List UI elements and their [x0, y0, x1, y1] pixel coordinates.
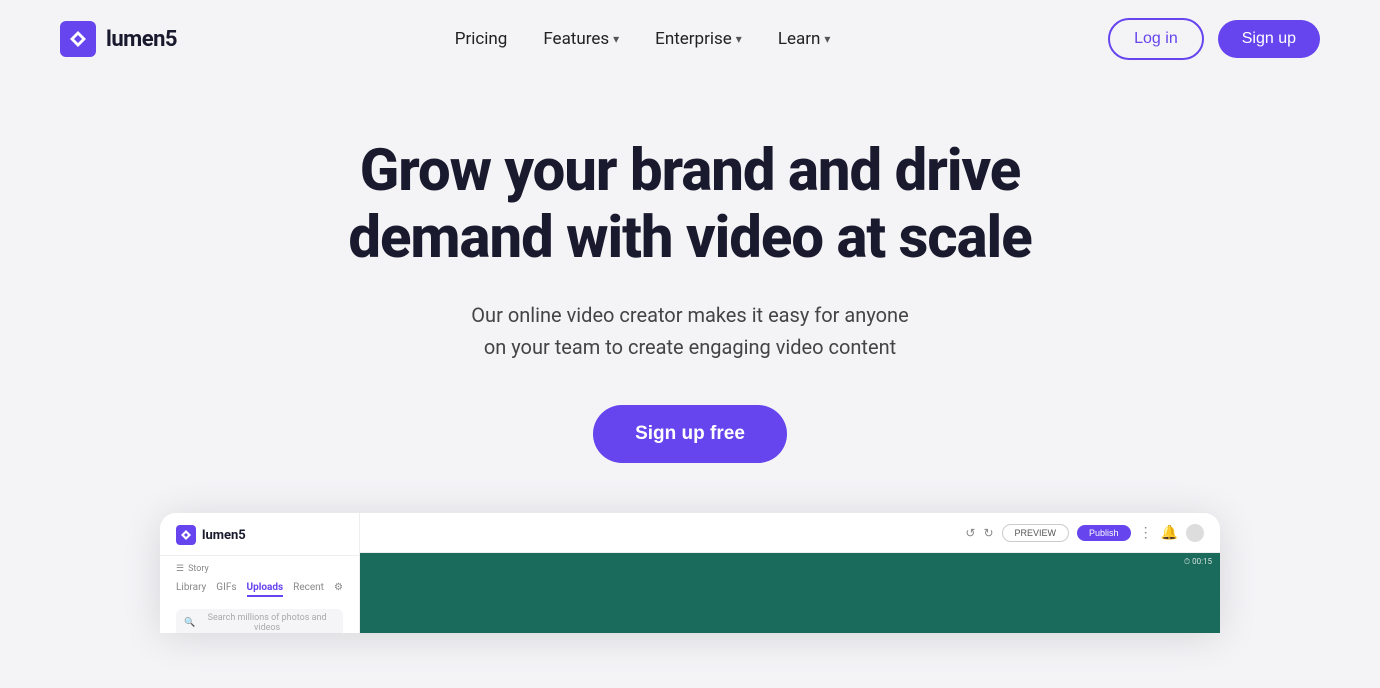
login-button[interactable]: Log in [1108, 18, 1204, 60]
preview-tab-library[interactable]: Library [176, 582, 206, 597]
signup-hero-button[interactable]: Sign up free [593, 405, 787, 463]
preview-search-placeholder: Search millions of photos and videos [199, 613, 335, 633]
avatar[interactable] [1186, 524, 1204, 542]
preview-search[interactable]: 🔍 Search millions of photos and videos [176, 609, 343, 633]
preview-story-label: ☰ Story [160, 562, 359, 576]
preview-tab-recent[interactable]: Recent [293, 582, 324, 597]
enterprise-chevron-icon: ▾ [736, 32, 742, 46]
nav-learn[interactable]: Learn ▾ [778, 29, 831, 49]
preview-logo: lumen5 [160, 525, 359, 556]
preview-logo-icon [176, 525, 196, 545]
redo-icon[interactable]: ↻ [983, 526, 993, 540]
learn-chevron-icon: ▾ [824, 32, 830, 46]
more-options-icon[interactable]: ⋮ [1139, 525, 1153, 541]
nav-features[interactable]: Features ▾ [543, 29, 619, 49]
story-icon: ☰ [176, 564, 184, 574]
signup-nav-button[interactable]: Sign up [1218, 20, 1320, 58]
lumen5-logo-icon [60, 21, 96, 57]
app-preview-wrapper: lumen5 ☰ Story Library GIFs Uploads Rece… [40, 513, 1340, 633]
features-chevron-icon: ▾ [613, 32, 619, 46]
logo-text: lumen5 [106, 27, 177, 52]
preview-tabs: Library GIFs Uploads Recent ⚙ [160, 576, 359, 603]
preview-video-area: ⏱ 00:15 [360, 553, 1220, 633]
navbar: lumen5 Pricing Features ▾ Enterprise ▾ L… [0, 0, 1380, 78]
preview-topbar: ↺ ↻ PREVIEW Publish ⋮ 🔔 [360, 513, 1220, 553]
search-icon: 🔍 [184, 618, 195, 628]
app-preview-inner: lumen5 ☰ Story Library GIFs Uploads Rece… [160, 513, 1220, 633]
hero-title: Grow your brand and drive demand with vi… [348, 138, 1031, 271]
nav-actions: Log in Sign up [1108, 18, 1320, 60]
nav-enterprise[interactable]: Enterprise ▾ [655, 29, 742, 49]
hero-subtitle: Our online video creator makes it easy f… [471, 299, 908, 363]
preview-tab-gifs[interactable]: GIFs [216, 582, 236, 597]
nav-links: Pricing Features ▾ Enterprise ▾ Learn ▾ [455, 29, 831, 49]
undo-icon[interactable]: ↺ [965, 526, 975, 540]
preview-timer: ⏱ 00:15 [1184, 557, 1212, 567]
preview-button[interactable]: PREVIEW [1002, 524, 1070, 542]
preview-tab-settings-icon[interactable]: ⚙ [334, 582, 343, 597]
preview-logo-text: lumen5 [202, 528, 246, 543]
preview-tab-uploads[interactable]: Uploads [247, 582, 284, 597]
app-preview: lumen5 ☰ Story Library GIFs Uploads Rece… [160, 513, 1220, 633]
publish-button[interactable]: Publish [1077, 525, 1131, 541]
nav-pricing[interactable]: Pricing [455, 29, 508, 49]
preview-sidebar: lumen5 ☰ Story Library GIFs Uploads Rece… [160, 513, 360, 633]
bell-icon[interactable]: 🔔 [1161, 525, 1178, 541]
logo[interactable]: lumen5 [60, 21, 177, 57]
preview-main: ↺ ↻ PREVIEW Publish ⋮ 🔔 ⏱ 00:15 [360, 513, 1220, 633]
hero-section: Grow your brand and drive demand with vi… [0, 78, 1380, 673]
